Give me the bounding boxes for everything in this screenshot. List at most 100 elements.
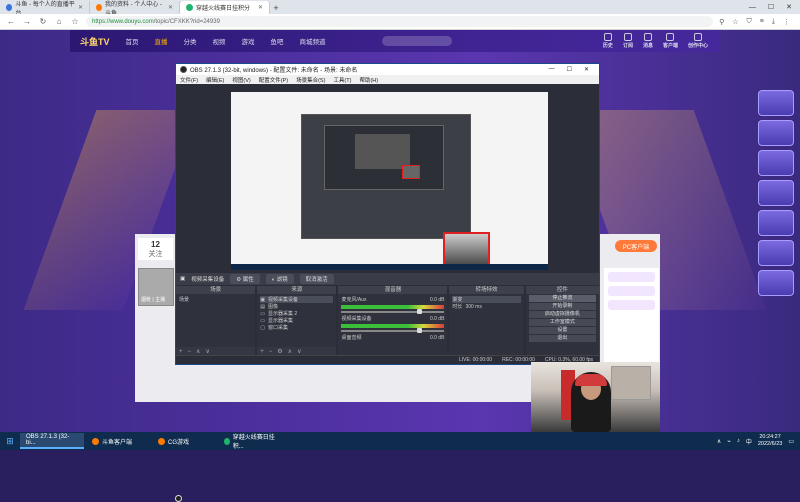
promo-item[interactable] <box>758 90 794 116</box>
browser-tab-2[interactable]: 我的资料 - 个人中心 - 斗鱼 ✕ <box>90 1 180 17</box>
tab-label: 穿越火线赛日挂积分 <box>196 6 251 12</box>
promo-item[interactable] <box>758 120 794 146</box>
ime-icon[interactable]: 中 <box>746 437 752 446</box>
avatar[interactable]: 烟枪 | 主播 <box>138 268 174 306</box>
promo-item[interactable] <box>758 270 794 296</box>
search-icon[interactable]: ⚲ <box>719 18 724 26</box>
minimize-icon[interactable]: — <box>549 66 555 73</box>
nav-home[interactable]: 首页 <box>126 36 139 46</box>
network-icon[interactable]: ⌁ <box>727 438 731 445</box>
add-icon[interactable]: + <box>179 349 183 355</box>
move-up-icon[interactable]: ∧ <box>288 348 292 355</box>
nav-category[interactable]: 分类 <box>184 36 197 46</box>
start-recording-button[interactable]: 开始录制 <box>528 303 596 310</box>
volume-slider[interactable] <box>341 328 445 333</box>
client-button[interactable]: 客户端 <box>663 33 678 49</box>
taskbar-clock[interactable]: 20:24:27 2022/6/23 <box>758 434 782 448</box>
promo-item[interactable] <box>758 180 794 206</box>
url-field[interactable]: https://www.douyu.com /topic/CFXKK?rid=2… <box>86 16 714 27</box>
nav-live[interactable]: 直播 <box>155 36 168 46</box>
source-item[interactable]: ▭ 显示器采集 2 <box>260 310 333 318</box>
scene-item[interactable]: 场景 <box>179 296 252 303</box>
back-icon[interactable]: ← <box>6 17 16 26</box>
taskbar-item-game[interactable]: CG游戏 <box>152 433 216 449</box>
menu-tools[interactable]: 工具(T) <box>333 76 351 84</box>
menu-icon[interactable]: ≡ <box>760 18 764 26</box>
menu-edit[interactable]: 编辑(E) <box>206 76 224 84</box>
pc-client-button[interactable]: PC客户端 <box>615 240 657 252</box>
transition-select[interactable]: 渐变 <box>452 296 521 303</box>
source-item[interactable]: ▢ 窗口采集 <box>260 324 333 332</box>
move-down-icon[interactable]: ∨ <box>205 348 209 355</box>
volume-slider[interactable] <box>341 309 445 314</box>
room-follow-count[interactable]: 12 关注 <box>138 238 173 260</box>
reload-icon[interactable]: ↻ <box>38 17 48 26</box>
close-icon[interactable]: ✕ <box>78 4 83 11</box>
creator-button[interactable]: 创作中心 <box>688 33 708 49</box>
transition-duration[interactable]: 时长 300 ms <box>452 303 520 311</box>
tray-chevron-icon[interactable]: ∧ <box>717 438 721 445</box>
messages-button[interactable]: 消息 <box>643 33 653 49</box>
nav-games[interactable]: 游戏 <box>242 36 255 46</box>
promo-item[interactable] <box>758 210 794 236</box>
browser-tab-3[interactable]: 穿越火线赛日挂积分 ✕ <box>180 1 270 14</box>
obs-preview[interactable] <box>231 92 548 270</box>
settings-button[interactable]: 设置 <box>528 327 596 334</box>
history-button[interactable]: 历史 <box>603 33 613 49</box>
promo-item[interactable] <box>758 150 794 176</box>
source-item[interactable]: ▭ 显示器采集 <box>260 317 333 325</box>
notification-icon[interactable]: ▭ <box>788 438 794 445</box>
deactivate-button[interactable]: 取消激活 <box>299 274 334 284</box>
shield-icon[interactable]: ⛉ <box>747 18 752 26</box>
forward-icon[interactable]: → <box>22 17 32 26</box>
stop-streaming-button[interactable]: 停止推流 <box>528 295 596 302</box>
virtual-camera-button[interactable]: 启动虚拟摄像机 <box>528 311 596 318</box>
nav-video[interactable]: 视频 <box>213 36 226 46</box>
taskbar-item-browser[interactable]: 穿越火线赛日挂积... <box>218 433 282 450</box>
selected-source-label: 视频采集设备 <box>191 277 225 283</box>
audio-meter <box>341 324 445 328</box>
properties-button[interactable]: ⚙ 属性 <box>230 274 260 284</box>
taskbar-item-douyu[interactable]: 斗鱼客户端 <box>86 433 150 449</box>
move-down-icon[interactable]: ∨ <box>297 348 301 355</box>
remove-icon[interactable]: − <box>188 349 192 355</box>
site-logo[interactable]: 斗鱼TV <box>80 35 110 48</box>
star-icon[interactable]: ☆ <box>732 18 738 26</box>
nav-yuba[interactable]: 鱼吧 <box>271 36 284 46</box>
close-icon[interactable]: ✕ <box>786 3 792 11</box>
home-icon[interactable]: ⌂ <box>54 17 64 26</box>
filters-button[interactable]: ◐ 滤镜 <box>265 274 294 284</box>
download-icon[interactable]: ⤓ <box>772 18 775 26</box>
menu-scene-collection[interactable]: 场景集合(S) <box>296 76 325 84</box>
new-tab-button[interactable]: + <box>270 2 282 14</box>
volume-icon[interactable]: ♪ <box>737 438 740 444</box>
close-icon[interactable]: ✕ <box>258 4 263 11</box>
source-item[interactable]: ▤ 图像 <box>260 303 333 311</box>
exit-button[interactable]: 退出 <box>528 335 596 342</box>
nav-mall[interactable]: 商城频道 <box>300 36 326 46</box>
minimize-icon[interactable]: — <box>749 4 756 11</box>
close-icon[interactable]: ✕ <box>168 4 173 11</box>
maximize-icon[interactable]: ☐ <box>768 3 774 11</box>
close-icon[interactable]: ✕ <box>584 66 589 73</box>
menu-file[interactable]: 文件(F) <box>180 76 198 84</box>
menu-help[interactable]: 帮助(H) <box>359 76 378 84</box>
site-search-input[interactable] <box>381 36 452 46</box>
extensions-icon[interactable]: ⋮ <box>783 18 790 26</box>
add-icon[interactable]: + <box>260 349 264 355</box>
taskbar-item-obs[interactable]: OBS 27.1.3 (32-bi... <box>20 433 182 502</box>
remove-icon[interactable]: − <box>269 349 273 355</box>
windows-start-icon[interactable]: ⊞ <box>0 432 20 450</box>
studio-mode-button[interactable]: 工作室模式 <box>528 319 596 326</box>
move-up-icon[interactable]: ∧ <box>196 348 200 355</box>
source-item[interactable]: ▣ 视频采集设备 <box>260 296 334 303</box>
menu-view[interactable]: 视图(V) <box>232 76 250 84</box>
promo-item[interactable] <box>758 240 794 266</box>
maximize-icon[interactable]: ☐ <box>567 66 572 73</box>
preview-webcam-source[interactable] <box>443 232 490 268</box>
browser-tab-1[interactable]: 斗鱼 - 每个人的直播平台 ✕ <box>0 1 90 17</box>
gear-icon[interactable]: ⚙ <box>277 348 282 355</box>
subscribe-button[interactable]: 订阅 <box>623 33 633 49</box>
bookmark-icon[interactable]: ☆ <box>70 17 80 26</box>
menu-profile[interactable]: 配置文件(P) <box>259 76 288 84</box>
